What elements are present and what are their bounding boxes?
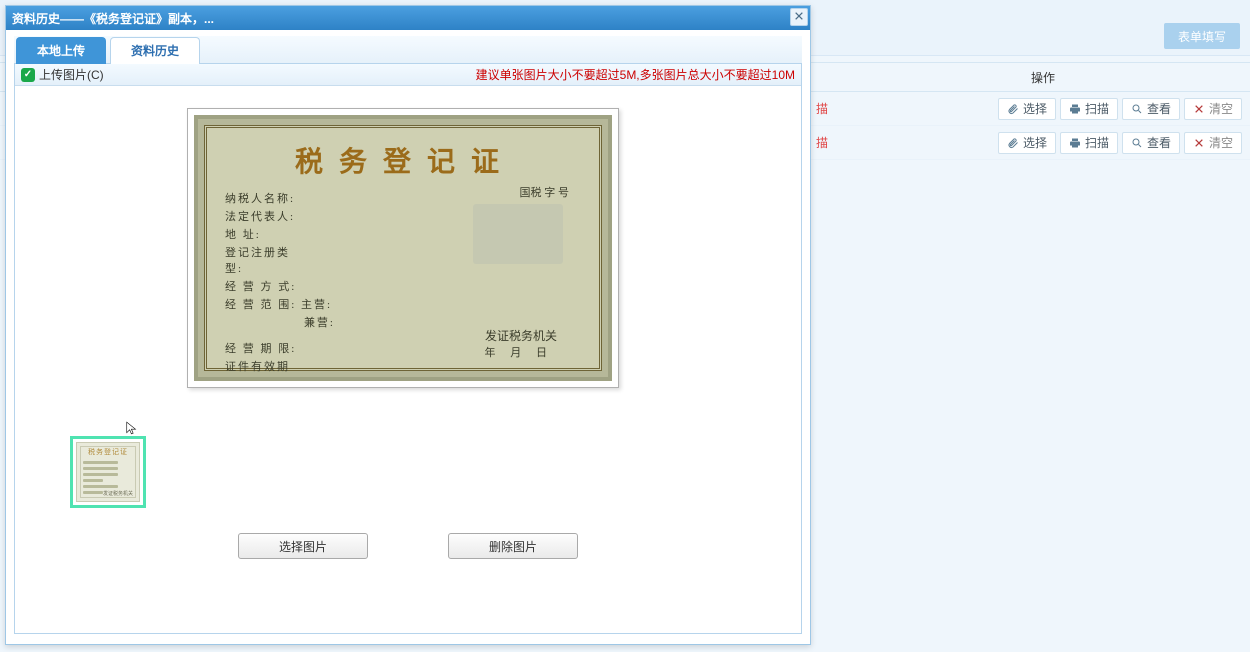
view-label: 查看 xyxy=(1147,100,1171,117)
select-button[interactable]: 选择 xyxy=(998,132,1056,154)
preview-area: 税务登记证 国税 字 号 纳税人名称: 法定代表人: 地 址: 登记注册类型: … xyxy=(15,86,801,633)
scan-label: 扫描 xyxy=(1085,134,1109,151)
tab-content: ✓ 上传图片(C) 建议单张图片大小不要超过5M,多张图片总大小不要超过10M … xyxy=(14,64,802,634)
cert-bizmode-label: 经 营 方 式: xyxy=(225,278,303,294)
scan-button[interactable]: 扫描 xyxy=(1060,98,1118,120)
search-icon xyxy=(1131,137,1143,149)
close-icon xyxy=(1193,137,1205,149)
cert-foot: 国家税务总局监制 xyxy=(524,380,604,381)
close-icon xyxy=(794,10,804,24)
view-label: 查看 xyxy=(1147,134,1171,151)
cert-tape xyxy=(473,204,563,264)
upload-label[interactable]: 上传图片(C) xyxy=(39,66,104,83)
cert-title: 税务登记证 xyxy=(225,140,585,180)
scan-button[interactable]: 扫描 xyxy=(1060,132,1118,154)
cert-regtype-label: 登记注册类型: xyxy=(225,244,303,276)
clear-button[interactable]: 清空 xyxy=(1184,132,1242,154)
cert-taxpayer-label: 纳税人名称: xyxy=(225,190,303,206)
view-button[interactable]: 查看 xyxy=(1122,132,1180,154)
dialog: 资料历史——《税务登记证》副本，... 本地上传 资料历史 ✓ 上传图片(C) … xyxy=(5,5,811,645)
printer-icon xyxy=(1069,137,1081,149)
image-preview[interactable]: 税务登记证 国税 字 号 纳税人名称: 法定代表人: 地 址: 登记注册类型: … xyxy=(187,108,619,388)
cert-address-label: 地 址: xyxy=(225,226,303,242)
dialog-body: 本地上传 资料历史 ✓ 上传图片(C) 建议单张图片大小不要超过5M,多张图片总… xyxy=(6,30,810,642)
select-button[interactable]: 选择 xyxy=(998,98,1056,120)
select-label: 选择 xyxy=(1023,134,1047,151)
choose-image-button[interactable]: 选择图片 xyxy=(238,533,368,559)
printer-icon xyxy=(1069,103,1081,115)
cursor-icon xyxy=(125,418,139,438)
mini-issuer: 发证税务机关 xyxy=(103,490,133,497)
check-icon: ✓ xyxy=(21,68,35,82)
tab-local-upload[interactable]: 本地上传 xyxy=(16,37,106,64)
cert-scope2-label: 兼营: xyxy=(225,314,335,330)
cert-scope-label: 经 营 范 围: 主营: xyxy=(225,296,335,312)
select-label: 选择 xyxy=(1023,100,1047,117)
clear-label: 清空 xyxy=(1209,134,1233,151)
col-ops: 操作 xyxy=(836,69,1250,86)
view-button[interactable]: 查看 xyxy=(1122,98,1180,120)
scan-label: 扫描 xyxy=(1085,100,1109,117)
cert-issuer: 发证税务机关 xyxy=(485,327,557,344)
close-icon xyxy=(1193,103,1205,115)
cert-period-label: 经 营 期 限: xyxy=(225,340,303,356)
dialog-title: 资料历史——《税务登记证》副本，... xyxy=(12,10,214,27)
thumbnail[interactable]: 税务登记证 发证税务机关 xyxy=(70,436,146,508)
mini-title: 税务登记证 xyxy=(77,443,139,457)
paperclip-icon xyxy=(1007,137,1019,149)
thumbnail-image: 税务登记证 发证税务机关 xyxy=(76,442,140,502)
cert-subright: 国税 字 号 xyxy=(520,184,570,200)
certificate: 税务登记证 国税 字 号 纳税人名称: 法定代表人: 地 址: 登记注册类型: … xyxy=(194,115,612,381)
paperclip-icon xyxy=(1007,103,1019,115)
dialog-title-bar[interactable]: 资料历史——《税务登记证》副本，... xyxy=(6,6,810,30)
bottom-buttons: 选择图片 删除图片 xyxy=(15,533,801,559)
delete-image-button[interactable]: 删除图片 xyxy=(448,533,578,559)
cert-date: 年 月 日 xyxy=(485,344,554,360)
tabs: 本地上传 资料历史 xyxy=(14,36,802,64)
clear-button[interactable]: 清空 xyxy=(1184,98,1242,120)
clear-label: 清空 xyxy=(1209,100,1233,117)
upload-bar: ✓ 上传图片(C) 建议单张图片大小不要超过5M,多张图片总大小不要超过10M xyxy=(15,64,801,86)
dialog-close-button[interactable] xyxy=(790,8,808,26)
tab-history[interactable]: 资料历史 xyxy=(110,37,200,64)
search-icon xyxy=(1131,103,1143,115)
cert-legal-label: 法定代表人: xyxy=(225,208,303,224)
upload-hint: 建议单张图片大小不要超过5M,多张图片总大小不要超过10M xyxy=(476,66,795,83)
form-fill-button[interactable]: 表单填写 xyxy=(1164,23,1240,49)
cert-validity-label: 证件有效期限: xyxy=(225,358,303,381)
